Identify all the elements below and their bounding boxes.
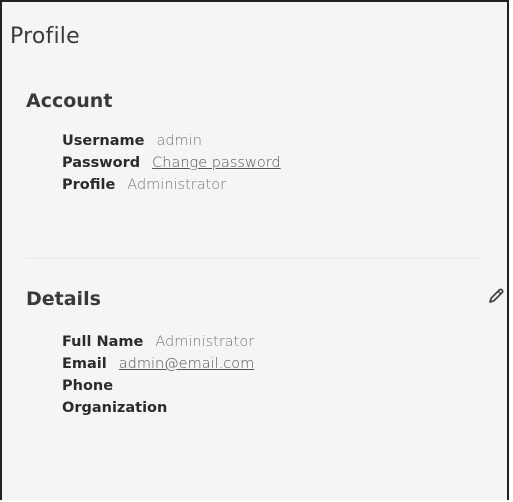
profile-label: Profile	[62, 177, 116, 193]
password-row: Password Change password	[62, 152, 281, 174]
email-row: Email admin@email.com	[62, 353, 254, 375]
password-label: Password	[62, 155, 141, 171]
email-label: Email	[62, 356, 107, 372]
username-value: admin	[156, 133, 202, 149]
organization-label: Organization	[62, 400, 168, 416]
details-section-title: Details	[26, 288, 101, 310]
phone-row: Phone	[62, 375, 254, 397]
full-name-label: Full Name	[62, 334, 144, 350]
phone-label: Phone	[62, 378, 114, 394]
profile-panel: Profile Account Username admin Password Ch…	[0, 0, 509, 500]
full-name-row: Full Name Administrator	[62, 331, 254, 353]
profile-value: Administrator	[127, 177, 227, 193]
full-name-value: Administrator	[155, 334, 255, 350]
pencil-icon-svg	[489, 288, 504, 303]
username-row: Username admin	[62, 130, 281, 152]
details-fields: Full Name Administrator Email admin@email.…	[62, 331, 254, 419]
pencil-icon[interactable]	[486, 286, 506, 306]
change-password-link[interactable]: Change password	[152, 155, 280, 171]
email-link[interactable]: admin@email.com	[119, 356, 255, 372]
account-section-title: Account	[26, 90, 113, 112]
username-label: Username	[62, 133, 145, 149]
page-title: Profile	[10, 24, 80, 49]
profile-row: Profile Administrator	[62, 174, 281, 196]
organization-row: Organization	[62, 397, 254, 419]
account-fields: Username admin Password Change password Pr…	[62, 130, 281, 196]
section-divider	[26, 258, 483, 259]
